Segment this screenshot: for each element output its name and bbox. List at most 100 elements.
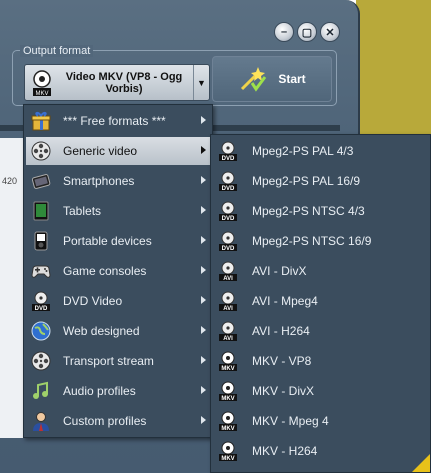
category-menu-item-label: Tablets [63,204,102,218]
output-format-label: Output format [20,45,94,57]
mkv-icon: MKV [216,409,240,433]
category-menu-item[interactable]: Generic video [26,137,212,165]
generic-video-menu-item[interactable]: MKV MKV - DivX [213,377,430,405]
category-menu-item[interactable]: Game consoles [26,257,212,285]
globe-icon [29,319,53,343]
svg-text:DVD: DVD [222,216,235,222]
gamepad-icon [29,259,53,283]
generic-video-menu-item[interactable]: DVD Mpeg2-PS PAL 16/9 [213,167,430,195]
generic-video-menu-item-label: MKV - VP8 [252,354,312,368]
background-text-fragment: 420 [2,176,18,186]
svg-text:DVD: DVD [222,156,235,162]
generic-video-menu-item-label: Mpeg2-PS NTSC 4/3 [252,204,365,218]
chevron-down-icon[interactable]: ▼ [193,65,209,100]
generic-video-menu-item-label: AVI - Mpeg4 [252,294,318,308]
category-menu-item-label: Custom profiles [63,414,147,428]
generic-video-menu-item[interactable]: DVD Mpeg2-PS PAL 4/3 [213,137,430,165]
generic-video-menu-item[interactable]: AVI AVI - H264 [213,317,430,345]
submenu-arrow-icon [201,206,206,214]
restore-button[interactable]: ▢ [297,22,317,42]
submenu-arrow-icon [201,356,206,364]
category-menu-item[interactable]: Web designed [26,317,212,345]
dvd-icon: DVD [216,229,240,253]
submenu-arrow-icon [201,296,206,304]
submenu-arrow-icon [201,146,206,154]
generic-video-menu-item[interactable]: AVI AVI - DivX [213,257,430,285]
svg-text:DVD: DVD [222,186,235,192]
category-menu-item[interactable]: *** Free formats *** [26,107,212,135]
generic-video-menu-item-label: AVI - H264 [252,324,310,338]
mkv-icon: MKV [216,439,240,463]
svg-text:AVI: AVI [223,336,233,342]
start-label: Start [278,72,306,86]
generic-video-menu-item-label: MKV - H264 [252,444,318,458]
generic-video-menu-item-label: Mpeg2-PS PAL 4/3 [252,144,354,158]
gift-icon [29,109,53,133]
output-format-dropdown[interactable]: MKV Video MKV (VP8 - Ogg Vorbis) ▼ [24,64,210,101]
mkv-icon: MKV [216,379,240,403]
submenu-arrow-icon [201,266,206,274]
category-menu-item[interactable]: Smartphones [26,167,212,195]
smartphone-icon [29,169,53,193]
category-menu-item-label: Generic video [63,144,138,158]
restore-icon: ▢ [301,26,313,39]
minimize-button[interactable]: – [274,22,294,42]
mkv-icon: MKV [29,68,55,98]
media-player-icon [29,229,53,253]
svg-text:MKV: MKV [35,91,48,97]
mkv-icon: MKV [216,349,240,373]
category-menu-item-label: Smartphones [63,174,135,188]
category-menu-item-label: DVD Video [63,294,123,308]
svg-text:MKV: MKV [221,396,234,402]
svg-text:DVD: DVD [35,306,48,312]
dvd-icon: DVD [216,169,240,193]
category-menu-item[interactable]: Transport stream [26,347,212,375]
format-category-menu: *** Free formats *** Generic video Smartph… [23,104,213,438]
submenu-arrow-icon [201,236,206,244]
submenu-arrow-icon [201,386,206,394]
generic-video-menu-item[interactable]: DVD Mpeg2-PS NTSC 4/3 [213,197,430,225]
magic-wand-icon [238,63,268,96]
user-profile-icon [29,409,53,433]
tablet-icon [29,199,53,223]
svg-text:MKV: MKV [221,456,234,462]
category-menu-item-label: Portable devices [63,234,152,248]
generic-video-menu-item-label: MKV - DivX [252,384,315,398]
screenshot-stage: { "output_format": { "label": "Output fo… [0,0,431,473]
generic-video-menu-item[interactable]: DVD Mpeg2-PS NTSC 16/9 [213,227,430,255]
close-icon: ✕ [325,26,335,39]
svg-text:AVI: AVI [223,306,233,312]
avi-icon: AVI [216,259,240,283]
minimize-icon: – [280,26,288,38]
svg-text:AVI: AVI [223,276,233,282]
submenu-arrow-icon [201,326,206,334]
generic-video-menu-item[interactable]: MKV MKV - Mpeg 4 [213,407,430,435]
category-menu-item-label: Audio profiles [63,384,136,398]
generic-video-menu-item-label: Mpeg2-PS PAL 16/9 [252,174,361,188]
category-menu-item[interactable]: Portable devices [26,227,212,255]
category-menu-item[interactable]: DVD DVD Video [26,287,212,315]
category-menu-item[interactable]: Custom profiles [26,407,212,435]
generic-video-menu-item[interactable]: MKV MKV - H264 [213,437,430,465]
generic-video-menu-item[interactable]: AVI AVI - Mpeg4 [213,287,430,315]
output-format-value: Video MKV (VP8 - Ogg Vorbis) [65,70,183,95]
generic-video-submenu: DVD Mpeg2-PS PAL 4/3 DVD Mpeg2-PS PAL 16/9 D… [210,134,431,473]
avi-icon: AVI [216,289,240,313]
dvd-icon: DVD [29,289,53,313]
category-menu-item[interactable]: Tablets [26,197,212,225]
svg-text:MKV: MKV [221,366,234,372]
category-menu-item-label: Game consoles [63,264,147,278]
generic-video-menu-item-label: AVI - DivX [252,264,307,278]
category-menu-item-label: *** Free formats *** [63,114,166,128]
dvd-icon: DVD [216,139,240,163]
film-reel-icon [29,139,53,163]
music-note-icon [29,379,53,403]
start-button[interactable]: Start [212,56,332,102]
svg-text:DVD: DVD [222,246,235,252]
close-button[interactable]: ✕ [320,22,340,42]
submenu-arrow-icon [201,176,206,184]
generic-video-menu-item[interactable]: MKV MKV - VP8 [213,347,430,375]
category-menu-item[interactable]: Audio profiles [26,377,212,405]
generic-video-menu-item-label: MKV - Mpeg 4 [252,414,329,428]
submenu-arrow-icon [201,116,206,124]
